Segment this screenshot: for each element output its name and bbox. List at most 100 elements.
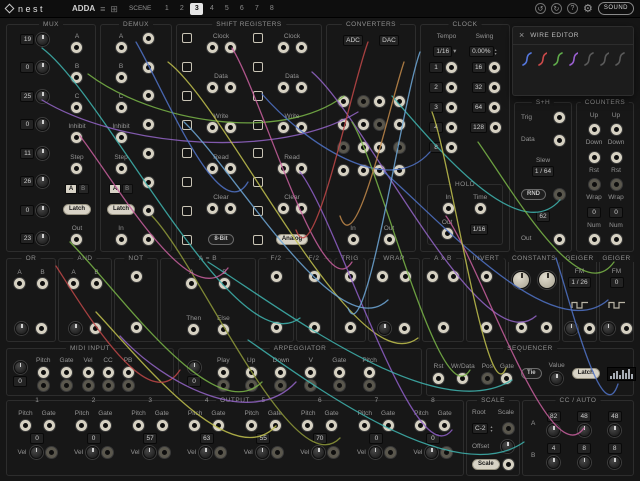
jack[interactable] (611, 234, 622, 245)
cc-knob[interactable] (547, 456, 560, 469)
jack[interactable] (116, 42, 127, 53)
jack[interactable] (326, 420, 337, 431)
jack[interactable] (345, 322, 356, 333)
jack[interactable] (207, 42, 218, 53)
swing-value[interactable]: 0.00% (469, 46, 493, 57)
jack[interactable] (302, 420, 313, 431)
jack[interactable] (457, 373, 468, 384)
jack[interactable] (394, 142, 405, 153)
jack[interactable] (207, 163, 218, 174)
cc-value[interactable]: 82 (547, 411, 561, 422)
fm-value[interactable]: 0 (610, 277, 624, 288)
jack[interactable] (503, 459, 514, 470)
jack[interactable] (446, 62, 457, 73)
jack[interactable] (338, 96, 349, 107)
jack[interactable] (438, 322, 449, 333)
jack[interactable] (116, 102, 127, 113)
jack[interactable] (384, 234, 395, 245)
jack[interactable] (278, 122, 289, 133)
geiger-knob[interactable] (602, 322, 615, 335)
jack[interactable] (383, 420, 394, 431)
cc-value[interactable]: 48 (608, 411, 622, 422)
jack[interactable] (358, 119, 369, 130)
jack[interactable] (374, 96, 385, 107)
vel-knob[interactable] (256, 446, 269, 459)
cc-knob[interactable] (608, 456, 621, 469)
jack[interactable] (71, 72, 82, 83)
jack[interactable] (116, 72, 127, 83)
constant-knob-2[interactable] (538, 271, 556, 289)
wire-style-icon[interactable] (521, 51, 532, 67)
channel-value[interactable]: 57 (143, 433, 157, 444)
jack[interactable] (278, 203, 289, 214)
channel-value[interactable]: 70 (313, 433, 327, 444)
jack[interactable] (131, 322, 142, 333)
scene-button[interactable]: 3 (190, 3, 203, 15)
mux-ab-toggle[interactable]: A B (65, 184, 88, 194)
jack[interactable] (207, 82, 218, 93)
jack[interactable] (131, 271, 142, 282)
jack[interactable] (489, 102, 500, 113)
mux-input-knob[interactable] (36, 175, 49, 188)
jack[interactable] (334, 367, 345, 378)
jack[interactable] (116, 163, 127, 174)
jack[interactable] (584, 323, 595, 334)
jack[interactable] (275, 380, 286, 391)
swing-stepper[interactable]: 0.00% ▴▾ (469, 46, 496, 57)
undo-icon[interactable]: ↺ (535, 3, 546, 14)
jack[interactable] (338, 165, 349, 176)
jack[interactable] (218, 324, 229, 335)
jack[interactable] (394, 96, 405, 107)
jack[interactable] (364, 380, 375, 391)
constant-knob-1[interactable] (512, 271, 530, 289)
jack[interactable] (296, 42, 307, 53)
scene-button[interactable]: 2 (175, 3, 188, 15)
jack[interactable] (225, 42, 236, 53)
mux-input-knob[interactable] (36, 232, 49, 245)
scene-button[interactable]: 1 (160, 3, 173, 15)
jack[interactable] (225, 82, 236, 93)
jack[interactable] (157, 420, 168, 431)
jack[interactable] (334, 380, 345, 391)
stepper-arrows-icon[interactable]: ▴▾ (490, 425, 492, 433)
jack[interactable] (309, 322, 320, 333)
jack[interactable] (71, 234, 82, 245)
jack[interactable] (123, 367, 134, 378)
tempo-value[interactable]: 1/16 (433, 46, 452, 57)
jack[interactable] (225, 122, 236, 133)
jack[interactable] (20, 420, 31, 431)
jack[interactable] (38, 380, 49, 391)
jack[interactable] (305, 380, 316, 391)
wrap-value[interactable]: 0 (587, 207, 601, 218)
jack[interactable] (278, 42, 289, 53)
jack[interactable] (186, 278, 197, 289)
cc-value[interactable]: 8 (608, 443, 622, 454)
jack[interactable] (433, 373, 444, 384)
jack[interactable] (589, 124, 600, 135)
jack[interactable] (215, 447, 226, 458)
scene-button[interactable]: 5 (220, 3, 233, 15)
jack[interactable] (554, 234, 565, 245)
wire-style-icon[interactable] (614, 51, 625, 67)
channel-value[interactable]: 63 (200, 433, 214, 444)
redo-icon[interactable]: ↻ (551, 3, 562, 14)
jack[interactable] (516, 322, 527, 333)
jack[interactable] (246, 367, 257, 378)
jack[interactable] (611, 124, 622, 135)
jack[interactable] (554, 112, 565, 123)
value-knob[interactable] (550, 372, 563, 385)
jack[interactable] (225, 163, 236, 174)
jack[interactable] (188, 324, 199, 335)
jack[interactable] (71, 102, 82, 113)
latch-button[interactable]: Latch (572, 368, 600, 379)
jack[interactable] (68, 278, 79, 289)
cc-knob[interactable] (578, 424, 591, 437)
wire-style-icon[interactable] (552, 51, 563, 67)
arp-knob[interactable] (188, 361, 201, 374)
vel-knob[interactable] (86, 446, 99, 459)
jack[interactable] (358, 96, 369, 107)
geiger-knob[interactable] (565, 322, 578, 335)
jack[interactable] (296, 82, 307, 93)
jack[interactable] (44, 420, 55, 431)
root-value[interactable]: C-2 (472, 423, 488, 434)
